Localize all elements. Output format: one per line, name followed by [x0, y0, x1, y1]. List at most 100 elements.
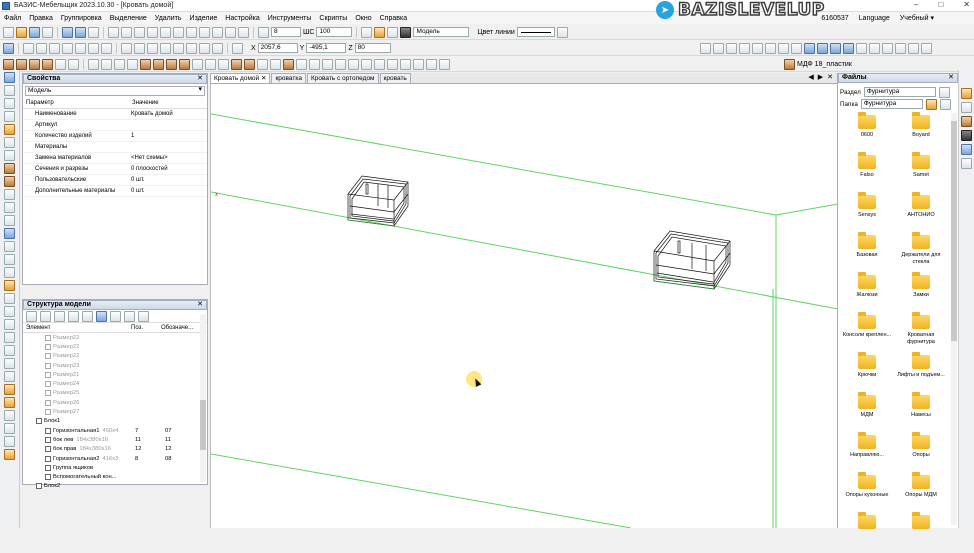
tree-row[interactable]: Размер21 — [23, 370, 207, 379]
viewport-3d[interactable]: x — [210, 84, 839, 529]
spline-tool-icon[interactable] — [101, 42, 112, 54]
view-top-icon[interactable] — [713, 42, 724, 54]
prop-value[interactable]: 0 шт. — [129, 174, 207, 186]
folder-item[interactable]: Boyard — [894, 112, 948, 153]
step-input[interactable]: 100 — [316, 27, 353, 37]
box-icon[interactable] — [140, 58, 151, 70]
files-close-button[interactable]: ✕ — [948, 74, 957, 82]
minimize-button[interactable]: – — [914, 0, 918, 9]
tree-row[interactable]: Блок2 — [23, 482, 207, 491]
folder-item[interactable]: Кроватная фурнитура — [894, 312, 948, 353]
properties-scope-select[interactable]: Модель — [25, 86, 205, 96]
section-filter-icon[interactable] — [938, 86, 950, 98]
tool-orbit-icon[interactable] — [4, 98, 15, 109]
angle-snap-icon[interactable] — [173, 26, 184, 38]
prop-row[interactable]: Количество изделий 1 — [23, 130, 207, 142]
trim-icon[interactable] — [134, 42, 145, 54]
pointer-icon[interactable] — [3, 42, 14, 54]
prop-row[interactable]: Материалы — [23, 141, 207, 153]
material-name[interactable]: МДФ 18_пластик — [797, 61, 852, 68]
folder-item[interactable]: Держатели для стекла — [894, 232, 948, 273]
prop-value[interactable]: 1 — [129, 130, 207, 142]
prop-value[interactable] — [129, 119, 207, 131]
polyline-tool-icon[interactable] — [36, 42, 47, 54]
prop-value[interactable]: Кровать домой — [129, 108, 207, 120]
menu-window[interactable]: Окно — [351, 15, 375, 22]
folder-item[interactable]: Falso — [840, 152, 894, 193]
open-folder-icon[interactable] — [16, 26, 27, 38]
dim-linear-icon[interactable] — [752, 42, 763, 54]
tab-next-button[interactable]: ▶ — [818, 73, 823, 81]
menu-select[interactable]: Выделение — [106, 15, 151, 22]
close-button[interactable]: ✕ — [963, 0, 970, 9]
y-coordinate-input[interactable]: -495,1 — [306, 43, 347, 53]
prop-row[interactable]: Сечения и разрезы 0 плоскостей — [23, 163, 207, 175]
ruler-icon[interactable] — [186, 26, 197, 38]
tree-row[interactable]: бок лев 184x380x16 11 11 — [23, 435, 207, 444]
block-icon[interactable] — [231, 58, 242, 70]
arc-tool-icon[interactable] — [88, 42, 99, 54]
tab-close-button[interactable]: ✕ — [827, 73, 833, 81]
folder-item[interactable]: Опоры — [894, 432, 948, 473]
cutting-map-icon[interactable] — [387, 58, 398, 70]
folder-item[interactable]: Sensys — [840, 192, 894, 233]
tree-row[interactable]: Размер23 — [23, 361, 207, 370]
arrow-down-icon[interactable] — [843, 42, 854, 54]
menu-delete[interactable]: Удалить — [151, 15, 186, 22]
prop-value[interactable]: 0 шт. — [129, 185, 207, 197]
tab-document[interactable]: кроватка — [271, 73, 306, 83]
section-icon[interactable] — [348, 58, 359, 70]
z-coordinate-input[interactable]: 80 — [354, 43, 391, 53]
edge-icon[interactable] — [192, 58, 203, 70]
line-style-dropdown-icon[interactable] — [556, 26, 568, 38]
menu-tools[interactable]: Инструменты — [264, 15, 316, 22]
tool-xray-icon[interactable] — [4, 215, 15, 226]
door-icon[interactable] — [166, 58, 177, 70]
facade-icon[interactable] — [179, 58, 190, 70]
folder-item[interactable]: 0600 — [840, 112, 894, 153]
fillet-icon[interactable] — [160, 42, 171, 54]
language-menu[interactable]: Language — [859, 15, 890, 22]
folder-item[interactable]: Навесы — [894, 392, 948, 433]
folder-item[interactable]: Замки — [894, 272, 948, 313]
color-swatch-icon[interactable] — [400, 26, 412, 38]
estimate-icon[interactable] — [374, 58, 385, 70]
render-icon[interactable] — [309, 58, 320, 70]
tool-hidden-icon[interactable] — [4, 202, 15, 213]
tool-zoom-all-icon[interactable] — [4, 306, 15, 317]
tree-row[interactable]: Группа ящиков — [23, 463, 207, 472]
tool-note-icon[interactable] — [4, 384, 15, 395]
circle-tool-icon[interactable] — [62, 42, 73, 54]
tool-circle-icon[interactable] — [4, 267, 15, 278]
folder-item[interactable] — [894, 512, 948, 553]
tool-zoom-prev-icon[interactable] — [4, 358, 15, 369]
material-icon[interactable] — [270, 58, 281, 70]
tree-row[interactable]: Размер27 — [23, 407, 207, 416]
hole-icon[interactable] — [114, 58, 125, 70]
sigma-icon[interactable] — [961, 102, 972, 113]
report-icon[interactable] — [361, 58, 372, 70]
prop-row[interactable]: Дополнительные материалы 0 шт. — [23, 185, 207, 197]
tree-sort-icon[interactable] — [68, 310, 79, 322]
group-icon[interactable] — [882, 42, 893, 54]
model-icon[interactable] — [244, 58, 255, 70]
catalog-icon[interactable] — [961, 144, 972, 155]
cnc-icon[interactable] — [400, 58, 411, 70]
tool-front-view-icon[interactable] — [4, 228, 15, 239]
tree-question-icon[interactable] — [54, 310, 65, 322]
folder-select[interactable]: Фурнитура — [860, 99, 923, 109]
tool-table-icon[interactable] — [4, 397, 15, 408]
tree-row[interactable]: Размер25 — [23, 389, 207, 398]
prop-row[interactable]: Наименование Кровать домой — [23, 108, 207, 120]
new-file-icon[interactable] — [3, 26, 14, 38]
folder-item[interactable]: Samet — [894, 152, 948, 193]
camera-icon[interactable] — [335, 58, 346, 70]
maximize-button[interactable]: □ — [938, 0, 943, 9]
assembly-icon[interactable] — [283, 58, 294, 70]
copy-icon[interactable] — [225, 26, 236, 38]
dim-radius-icon[interactable] — [778, 42, 789, 54]
arrow-right-icon[interactable] — [817, 42, 828, 54]
dim-diameter-icon[interactable] — [791, 42, 802, 54]
drill-icon[interactable] — [127, 58, 138, 70]
folder-item[interactable]: Лифты и подъем... — [894, 352, 948, 393]
